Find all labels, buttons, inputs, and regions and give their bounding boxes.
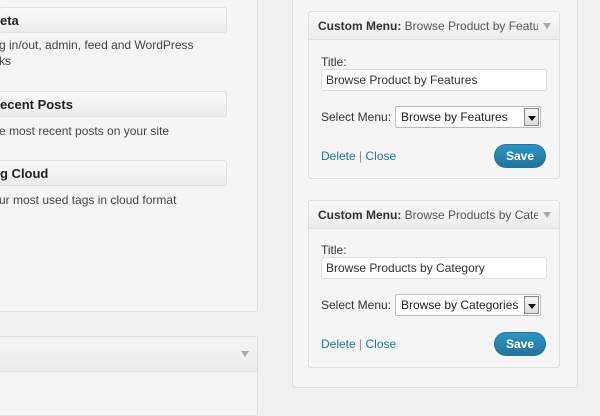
save-button[interactable]: Save [494, 144, 546, 168]
widget-description: g in/out, admin, feed and WordPress ks [0, 37, 194, 69]
close-link[interactable]: Close [366, 337, 397, 351]
widget-type-label: Custom Menu: [318, 208, 402, 222]
custom-menu-widget: Custom Menu: Browse Product by Features … [308, 11, 560, 179]
dropdown-arrow-icon[interactable] [524, 296, 539, 314]
widget-title: ecent Posts [0, 97, 73, 112]
widget-description-line: g in/out, admin, feed and WordPress [0, 38, 194, 52]
chevron-down-icon[interactable] [241, 351, 249, 357]
widget-header[interactable]: Custom Menu: Browse Products by Category [309, 201, 559, 229]
title-input[interactable]: Browse Products by Category [321, 257, 547, 279]
widget-description-line: e most recent posts on your site [0, 124, 170, 138]
widget-type-label: Custom Menu: [318, 19, 402, 33]
widget-control-links: Delete | Close [321, 337, 396, 351]
widget-description-line: ks [0, 54, 11, 68]
separator: | [359, 337, 363, 351]
widget-title: g Cloud [0, 166, 49, 181]
dropdown-arrow-icon[interactable] [524, 108, 539, 126]
widget-header-title: Custom Menu: Browse Product by Features [318, 19, 538, 33]
available-widgets-panel: eta g in/out, admin, feed and WordPress … [0, 0, 258, 312]
select-menu-dropdown[interactable]: Browse by Features [395, 106, 541, 128]
widget-in-title: Browse Product by Features [404, 19, 538, 33]
widget-header[interactable]: Custom Menu: Browse Product by Features [309, 12, 559, 40]
widget-meta[interactable]: eta [0, 7, 227, 33]
save-button[interactable]: Save [494, 332, 546, 356]
widget-recent-posts[interactable]: ecent Posts [0, 91, 227, 117]
chevron-down-icon[interactable] [543, 212, 551, 218]
widget-title: eta [0, 13, 19, 28]
widget-description: ur most used tags in cloud format [0, 192, 176, 208]
custom-menu-widget: Custom Menu: Browse Products by Category… [308, 200, 560, 368]
select-menu-dropdown[interactable]: Browse by Categories [395, 294, 541, 316]
inactive-widgets-header[interactable] [0, 337, 257, 372]
widget-tag-cloud[interactable]: g Cloud [0, 160, 227, 186]
widget-header-title: Custom Menu: Browse Products by Category [318, 208, 538, 222]
select-menu-label: Select Menu: [321, 298, 392, 312]
inactive-widgets-panel [0, 336, 258, 416]
select-menu-label: Select Menu: [321, 110, 392, 124]
title-label: Title: [321, 243, 347, 257]
separator: | [359, 149, 363, 163]
title-input[interactable]: Browse Product by Features [321, 69, 547, 91]
widget-control-links: Delete | Close [321, 149, 396, 163]
title-label: Title: [321, 55, 347, 69]
widget-description-line: ur most used tags in cloud format [0, 193, 177, 207]
delete-link[interactable]: Delete [321, 337, 356, 351]
select-menu-value: Browse by Features [401, 110, 508, 124]
close-link[interactable]: Close [366, 149, 397, 163]
widget-in-title: Browse Products by Category [404, 208, 538, 222]
delete-link[interactable]: Delete [321, 149, 356, 163]
widget-description: e most recent posts on your site [0, 123, 169, 139]
chevron-down-icon[interactable] [543, 23, 551, 29]
select-menu-value: Browse by Categories [401, 298, 519, 312]
